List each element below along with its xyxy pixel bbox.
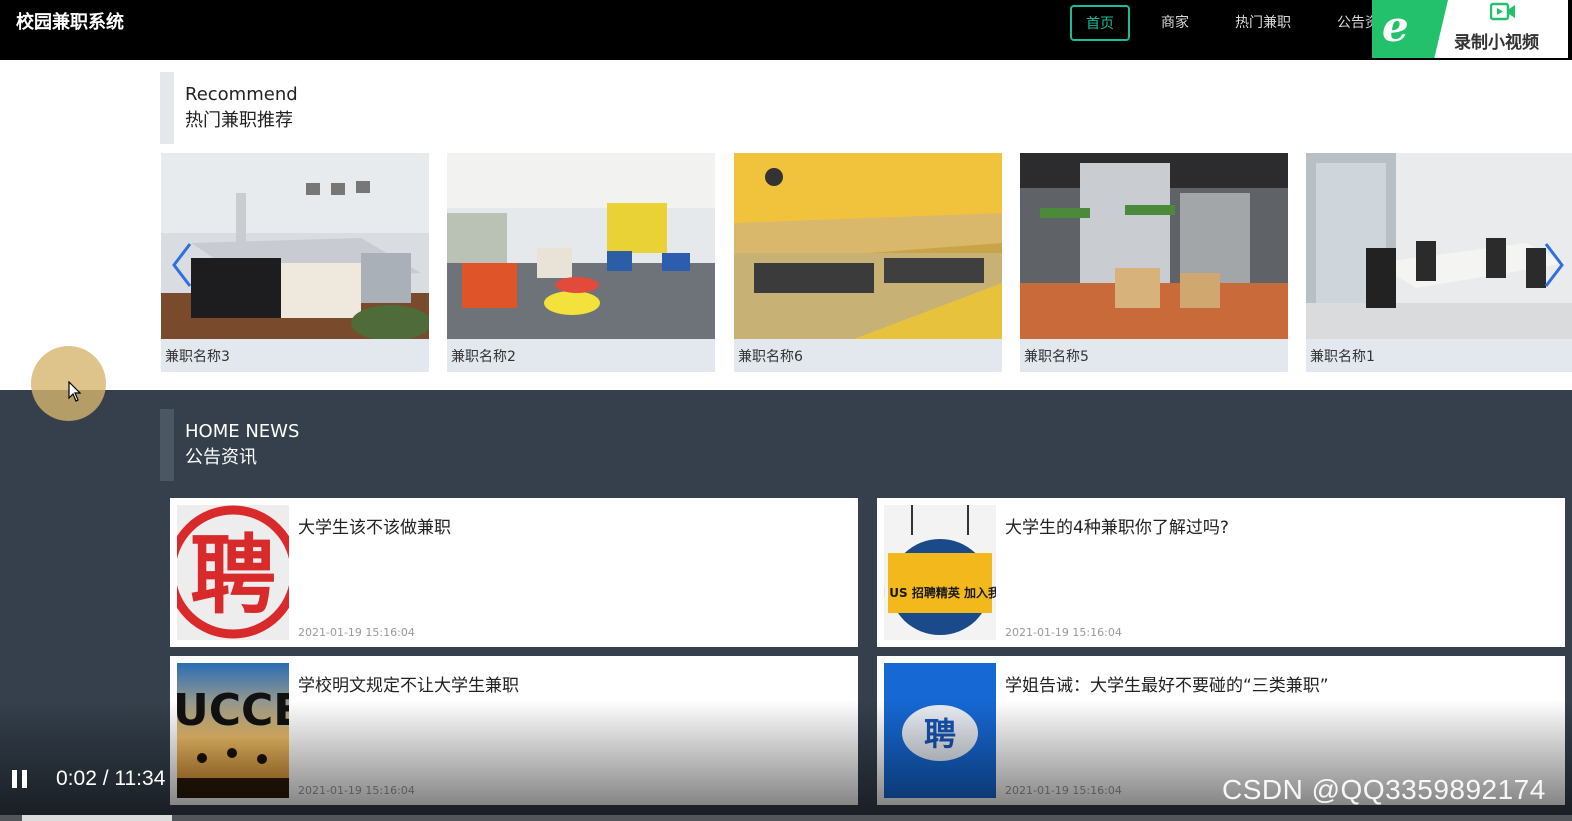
news-title: 大学生的4种兼职你了解过吗? [1005, 518, 1229, 538]
job-card[interactable]: 兼职名称6 [734, 153, 1002, 372]
video-camera-icon [1490, 2, 1515, 21]
job-name: 兼职名称2 [451, 349, 516, 365]
job-card[interactable]: 兼职名称1 [1306, 153, 1572, 372]
nav-item-merchants[interactable]: 商家 [1146, 5, 1204, 41]
top-navbar: 校园兼职系统 首页 商家 热门兼职 公告资 [0, 0, 1572, 60]
job-photo [447, 153, 715, 339]
news-thumb: JOIN US 招聘精英 加入我们吧 [884, 505, 996, 640]
job-name: 兼职名称6 [738, 349, 803, 365]
news-item[interactable]: JOIN US 招聘精英 加入我们吧 大学生的4种兼职你了解过吗? 2021-0… [877, 498, 1565, 647]
job-card[interactable]: 兼职名称3 [161, 153, 429, 372]
job-card[interactable]: 兼职名称5 [1020, 153, 1288, 372]
watermark: CSDN @QQ3359892174 [1222, 774, 1546, 805]
news-heading-en: HOME NEWS [185, 421, 300, 442]
job-photo [1020, 153, 1288, 339]
job-photo [1306, 153, 1572, 339]
record-video-widget[interactable]: e 录制小视频 [1372, 0, 1568, 58]
video-time: 0:02 / 11:34 [56, 767, 166, 790]
job-photo [734, 153, 1002, 339]
mouse-cursor-icon [68, 381, 82, 402]
job-name: 兼职名称1 [1310, 349, 1375, 365]
news-item[interactable]: 聘 大学生该不该做兼职 2021-01-19 15:16:04 [170, 498, 858, 647]
recommend-heading-cn: 热门兼职推荐 [185, 110, 293, 131]
news-heading-cn: 公告资讯 [185, 447, 257, 468]
edge-logo-icon: e [1382, 2, 1409, 51]
news-date: 2021-01-19 15:16:04 [298, 784, 415, 797]
hire-character-icon: 聘 [190, 526, 276, 626]
news-title: 学姐告诫：大学生最好不要碰的“三类兼职” [1005, 676, 1329, 696]
job-name: 兼职名称3 [165, 349, 230, 365]
news-thumb: 聘 [177, 505, 289, 640]
news-title: 学校明文规定不让大学生兼职 [298, 676, 519, 696]
news-title: 大学生该不该做兼职 [298, 518, 451, 538]
recommend-heading: Recommend 热门兼职推荐 [160, 72, 460, 144]
success-text-icon: UCCES [177, 685, 289, 736]
news-heading: HOME NEWS 公告资讯 [160, 409, 460, 481]
news-date: 2021-01-19 15:16:04 [298, 626, 415, 639]
join-us-logo-icon: JOIN US 招聘精英 加入我们吧 [884, 585, 996, 600]
recommend-heading-en: Recommend [185, 84, 298, 105]
nav-item-home[interactable]: 首页 [1070, 5, 1130, 41]
news-date: 2021-01-19 15:16:04 [1005, 784, 1122, 797]
news-date: 2021-01-19 15:16:04 [1005, 626, 1122, 639]
news-item[interactable]: UCCES 学校明文规定不让大学生兼职 2021-01-19 15:16:04 [170, 656, 858, 805]
site-brand[interactable]: 校园兼职系统 [16, 12, 124, 34]
nav-item-hot-jobs[interactable]: 热门兼职 [1220, 5, 1306, 41]
video-progress-fill [22, 815, 172, 821]
record-video-label: 录制小视频 [1454, 33, 1539, 53]
job-name: 兼职名称5 [1024, 349, 1089, 365]
pause-icon[interactable] [12, 770, 28, 788]
news-thumb: 聘 [884, 663, 996, 798]
video-progress-bar[interactable] [0, 815, 1572, 821]
carousel-next-arrow-icon[interactable] [1538, 240, 1568, 290]
hire-character-icon: 聘 [924, 715, 956, 753]
carousel-prev-arrow-icon[interactable] [168, 240, 198, 290]
news-thumb: UCCES [177, 663, 289, 798]
job-card[interactable]: 兼职名称2 [447, 153, 715, 372]
job-photo [161, 153, 429, 339]
main-nav: 首页 商家 热门兼职 公告资 [1070, 4, 1410, 42]
